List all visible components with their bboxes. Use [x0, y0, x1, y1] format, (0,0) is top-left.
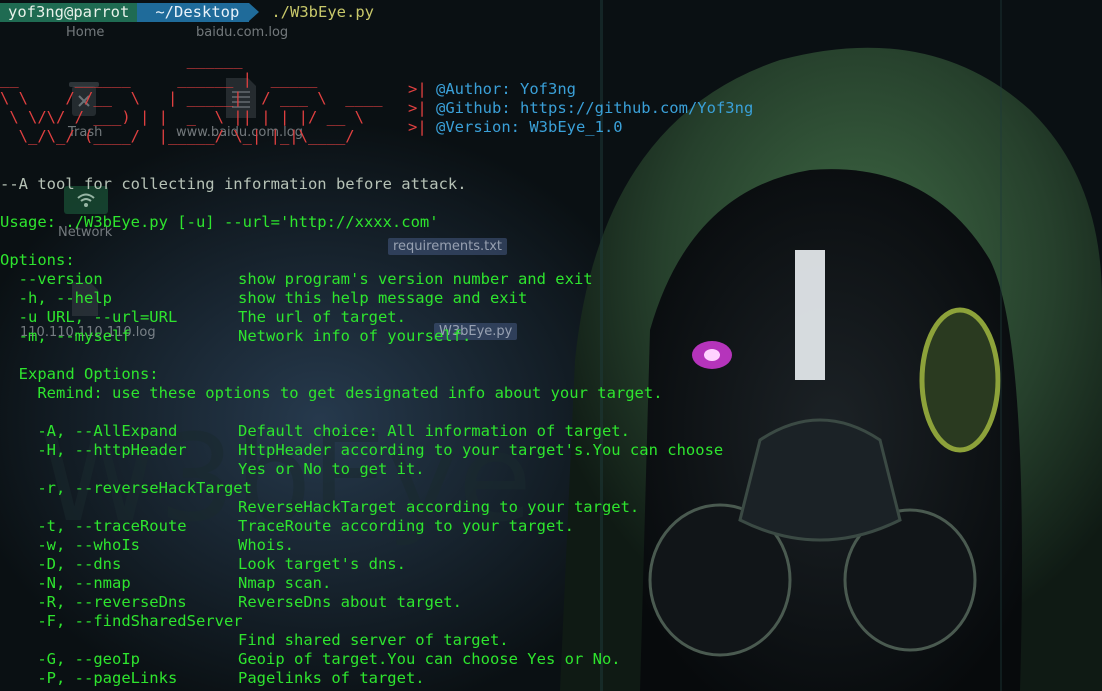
expand-desc: Find shared server of target.: [238, 631, 509, 649]
expand-heading: Expand Options:: [0, 365, 159, 383]
expand-desc: ReverseDns about target.: [238, 593, 462, 611]
prompt-directory: ~/Desktop: [137, 3, 260, 22]
expand-desc: Default choice: All information of targe…: [238, 422, 630, 440]
option-desc: show this help message and exit: [238, 289, 528, 307]
prompt-user-host: yof3ng@parrot: [0, 3, 148, 22]
option-flag: -u URL, --url=URL: [0, 308, 178, 326]
expand-desc: Look target's dns.: [238, 555, 406, 573]
expand-flag: -G, --geoIp: [0, 650, 140, 668]
expand-flag: -H, --httpHeader: [0, 441, 187, 459]
expand-flag: -w, --whoIs: [0, 536, 140, 554]
banner-version: >| @Version: W3bEye_1.0: [408, 118, 623, 136]
expand-desc: Geoip of target.You can choose Yes or No…: [238, 650, 621, 668]
expand-flag: -A, --AllExpand: [0, 422, 178, 440]
option-desc: show program's version number and exit: [238, 270, 593, 288]
banner-art-line: \_/\_/ (____/ |_____/ \_| |_|\____/: [0, 127, 355, 145]
expand-flag: -R, --reverseDns: [0, 593, 187, 611]
expand-flag: -t, --traceRoute: [0, 517, 187, 535]
expand-flag: -r, --reverseHackTarget: [0, 479, 252, 497]
banner-author: >| @Author: Yof3ng: [408, 80, 576, 98]
shell-prompt: yof3ng@parrot ~/Desktop ./W3bEye.py: [0, 3, 374, 22]
expand-flag: -F, --findSharedServer: [0, 612, 243, 630]
option-flag: -m, --myself: [0, 327, 131, 345]
expand-desc: Pagelinks of target.: [238, 669, 425, 687]
banner-art-line: \ \/\/ / ___) | | _ \ || | | |/ __ \: [0, 108, 364, 126]
expand-desc: TraceRoute according to your target.: [238, 517, 574, 535]
expand-flag: -D, --dns: [0, 555, 122, 573]
banner-art-line: \ \ / /__ \ | _____| / ___ \ ____: [0, 89, 383, 107]
option-desc: Network info of yourself.: [238, 327, 472, 345]
option-flag: -h, --help: [0, 289, 112, 307]
banner-art-line: ______: [0, 51, 243, 69]
prompt-command: ./W3bEye.py: [271, 3, 374, 21]
option-flag: --version: [0, 270, 103, 288]
terminal-window[interactable]: yof3ng@parrot ~/Desktop ./W3bEye.py ____…: [0, 0, 1102, 691]
expand-remind: Remind: use these options to get designa…: [0, 384, 663, 402]
option-desc: The url of target.: [238, 308, 406, 326]
expand-desc: Nmap scan.: [238, 574, 332, 592]
desktop: W3bEye Home baidu.com.log Trash www.baid…: [0, 0, 1102, 691]
banner-github: >| @Github: https://github.com/Yof3ng: [408, 99, 754, 117]
expand-desc: Yes or No to get it.: [238, 460, 425, 478]
expand-desc: HttpHeader according to your target's.Yo…: [238, 441, 724, 459]
tool-description: --A tool for collecting information befo…: [0, 175, 467, 193]
banner-art-line: __ ______ ______ | _____: [0, 70, 318, 88]
expand-desc: ReverseHackTarget according to your targ…: [238, 498, 640, 516]
expand-desc: Whois.: [238, 536, 294, 554]
expand-flag: -P, --pageLinks: [0, 669, 178, 687]
usage-line: Usage: ./W3bEye.py [-u] --url='http://xx…: [0, 213, 439, 231]
expand-flag: -N, --nmap: [0, 574, 131, 592]
options-heading: Options:: [0, 251, 75, 269]
